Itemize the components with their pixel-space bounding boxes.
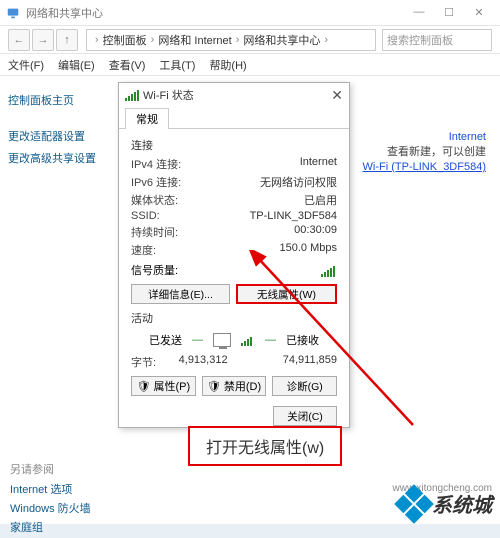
- dialog-titlebar: Wi-Fi 状态 ✕: [119, 83, 349, 107]
- wifi-signal-icon: [125, 89, 139, 101]
- group-connection: 连接: [131, 137, 337, 153]
- crumb-network-internet[interactable]: 网络和 Internet: [158, 32, 231, 48]
- properties-button[interactable]: 🛡属性(P): [131, 376, 196, 396]
- diagnose-button[interactable]: 诊断(G): [272, 376, 337, 396]
- watermark-icon: [394, 484, 434, 524]
- dialog-title: Wi-Fi 状态: [143, 87, 194, 103]
- menu-file[interactable]: 文件(F): [8, 57, 44, 73]
- navbar: ← → ↑ › 控制面板 › 网络和 Internet › 网络和共享中心 › …: [0, 26, 500, 54]
- see-also: 另请参阅 Internet 选项 Windows 防火墙 家庭组: [10, 458, 91, 538]
- bytes-received: 74,911,859: [283, 354, 337, 370]
- breadcrumb[interactable]: › 控制面板 › 网络和 Internet › 网络和共享中心 ›: [86, 29, 376, 51]
- close-button[interactable]: ✕: [464, 6, 494, 19]
- shield-icon: 🛡: [207, 380, 221, 393]
- ssid-value: TP-LINK_3DF584: [250, 210, 337, 222]
- menu-view[interactable]: 查看(V): [109, 57, 146, 73]
- shield-icon: 🛡: [137, 380, 151, 393]
- crumb-control-panel[interactable]: 控制面板: [103, 32, 147, 48]
- forward-button[interactable]: →: [32, 29, 54, 51]
- control-panel-window: 网络和共享中心 — ☐ ✕ ← → ↑ › 控制面板 › 网络和 Interne…: [0, 0, 500, 524]
- menu-edit[interactable]: 编辑(E): [58, 57, 95, 73]
- details-button[interactable]: 详细信息(E)...: [131, 284, 230, 304]
- group-activity: 活动: [131, 310, 337, 326]
- network-icon: [6, 6, 20, 20]
- media-value: 已启用: [304, 192, 337, 208]
- sidebar-adapter-settings[interactable]: 更改适配器设置: [8, 128, 110, 144]
- sent-label: 已发送: [149, 332, 182, 348]
- link-homegroup[interactable]: 家庭组: [10, 519, 91, 535]
- tab-general[interactable]: 常规: [125, 108, 169, 129]
- window-title: 网络和共享中心: [26, 5, 103, 21]
- ipv6-value: 无网络访问权限: [260, 174, 337, 190]
- sidebar-advanced-sharing[interactable]: 更改高级共享设置: [8, 150, 110, 166]
- annotation-callout: 打开无线属性(w): [188, 426, 342, 466]
- sidebar-home[interactable]: 控制面板主页: [8, 92, 110, 108]
- dialog-body: 连接 IPv4 连接:Internet IPv6 连接:无网络访问权限 媒体状态…: [119, 129, 349, 434]
- activity-graphic: 已发送 — — 已接收: [131, 332, 337, 348]
- signal-quality-label: 信号质量:: [131, 262, 178, 278]
- watermark-text: 系统城: [432, 489, 492, 518]
- link-windows-firewall[interactable]: Windows 防火墙: [10, 500, 91, 516]
- crumb-sharing-center[interactable]: 网络和共享中心: [243, 32, 320, 48]
- watermark: 系统城: [400, 489, 492, 518]
- dialog-tabs: 常规: [119, 107, 349, 129]
- dialog-close-button[interactable]: ✕: [331, 87, 343, 104]
- titlebar: 网络和共享中心 — ☐ ✕: [0, 0, 500, 26]
- signal-quality-icon: [321, 263, 337, 277]
- ipv4-value: Internet: [300, 156, 337, 172]
- monitor-icon: [213, 333, 231, 347]
- link-internet-options[interactable]: Internet 选项: [10, 481, 91, 497]
- close-button-dialog[interactable]: 关闭(C): [273, 406, 337, 426]
- up-button[interactable]: ↑: [56, 29, 78, 51]
- wifi-status-dialog: Wi-Fi 状态 ✕ 常规 连接 IPv4 连接:Internet IPv6 连…: [118, 82, 350, 428]
- speed-value: 150.0 Mbps: [280, 242, 337, 258]
- menubar: 文件(F) 编辑(E) 查看(V) 工具(T) 帮助(H): [0, 54, 500, 76]
- maximize-button[interactable]: ☐: [434, 6, 464, 19]
- minimize-button[interactable]: —: [404, 6, 434, 19]
- wireless-properties-button[interactable]: 无线属性(W): [236, 284, 337, 304]
- back-button[interactable]: ←: [8, 29, 30, 51]
- menu-tools[interactable]: 工具(T): [159, 57, 195, 73]
- bytes-sent: 4,913,312: [179, 354, 228, 370]
- duration-value: 00:30:09: [294, 224, 337, 240]
- disable-button[interactable]: 🛡禁用(D): [202, 376, 267, 396]
- activity-signal-icon: [241, 334, 255, 346]
- see-also-heading: 另请参阅: [10, 461, 91, 477]
- received-label: 已接收: [286, 332, 319, 348]
- sidebar: 控制面板主页 更改适配器设置 更改高级共享设置: [0, 76, 118, 524]
- search-input[interactable]: 搜索控制面板: [382, 29, 492, 51]
- menu-help[interactable]: 帮助(H): [209, 57, 246, 73]
